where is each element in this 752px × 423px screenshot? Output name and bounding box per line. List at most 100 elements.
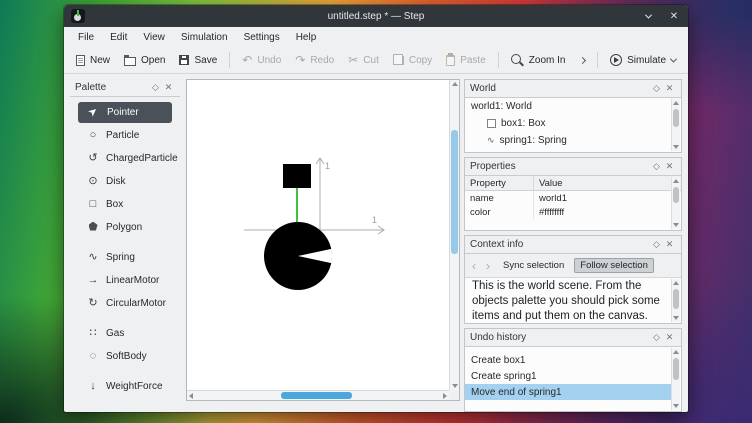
palette-item-spring[interactable]: ∿ Spring <box>70 246 180 269</box>
properties-panel: Properties ◇ ✕ Property Value name world… <box>464 157 682 231</box>
scroll-up-icon[interactable] <box>673 350 679 354</box>
palette-item-box[interactable]: □ Box <box>70 193 180 216</box>
scroll-down-icon[interactable] <box>673 316 679 320</box>
scroll-up-icon[interactable] <box>673 101 679 105</box>
scrollbar-thumb[interactable] <box>673 187 679 203</box>
undo-item-move-end-of-spring1[interactable]: Move end of spring1 <box>465 384 671 400</box>
scroll-down-icon[interactable] <box>673 145 679 149</box>
scrollbar-thumb[interactable] <box>673 289 679 309</box>
palette-item-polygon[interactable]: Polygon <box>70 216 180 239</box>
world-canvas[interactable]: 1 1 <box>186 79 460 401</box>
palette-item-disk[interactable]: ⊙ Disk <box>70 170 180 193</box>
scrollbar-thumb[interactable] <box>673 358 679 380</box>
forward-button[interactable]: › <box>483 259 493 273</box>
column-header-property[interactable]: Property <box>465 176 533 190</box>
menu-edit[interactable]: Edit <box>102 29 135 46</box>
canvas-horizontal-scrollbar[interactable] <box>187 390 449 400</box>
toolbar: New Open Save ↶ Undo ↷ Redo ✂ Cut Copy <box>64 47 688 74</box>
table-row-color[interactable]: color #ffffffff <box>465 205 681 219</box>
scroll-down-icon[interactable] <box>673 404 679 408</box>
palette-item-circularmotor[interactable]: ↻ CircularMotor <box>70 292 180 315</box>
palette-list: ➤ Pointer ○ Particle ↺ ChargedParticle ⊙… <box>70 97 180 401</box>
undo-button[interactable]: ↶ Undo <box>236 50 287 70</box>
scrollbar-thumb[interactable] <box>673 109 679 127</box>
canvas-vertical-scrollbar[interactable] <box>449 80 459 390</box>
menu-simulation[interactable]: Simulation <box>173 29 236 46</box>
close-panel-button[interactable]: ✕ <box>663 83 676 94</box>
menu-settings[interactable]: Settings <box>236 29 288 46</box>
panel-scrollbar[interactable] <box>671 279 680 322</box>
float-panel-button[interactable]: ◇ <box>650 332 663 343</box>
panel-scrollbar[interactable] <box>671 348 680 410</box>
window-controls: ✕ <box>640 5 682 27</box>
float-panel-button[interactable]: ◇ <box>650 83 663 94</box>
open-button[interactable]: Open <box>118 51 171 70</box>
scroll-right-icon[interactable] <box>443 393 447 399</box>
scroll-down-icon[interactable] <box>452 384 458 388</box>
palette-item-pointer[interactable]: ➤ Pointer <box>78 102 172 123</box>
tree-item-box1[interactable]: box1: Box <box>465 115 681 132</box>
toolbar-separator <box>597 52 598 68</box>
scroll-down-icon[interactable] <box>673 223 679 227</box>
new-document-icon <box>76 55 85 66</box>
table-row-name[interactable]: name world1 <box>465 191 681 205</box>
scroll-up-icon[interactable] <box>673 281 679 285</box>
palette-item-chargedparticle[interactable]: ↺ ChargedParticle <box>70 147 180 170</box>
scroll-up-icon[interactable] <box>452 82 458 86</box>
minimize-button[interactable] <box>640 8 656 24</box>
palette-item-softbody[interactable]: ◌ SoftBody <box>70 345 180 368</box>
table-header-row: Property Value <box>465 176 681 191</box>
titlebar[interactable]: untitled.step * — Step ✕ <box>64 5 688 27</box>
palette-item-linearmotor[interactable]: → LinearMotor <box>70 269 180 292</box>
chevron-down-icon <box>644 11 651 18</box>
scrollbar-thumb[interactable] <box>451 130 458 254</box>
float-panel-button[interactable]: ◇ <box>149 82 162 93</box>
column-header-value[interactable]: Value <box>533 176 681 190</box>
follow-selection-button[interactable]: Follow selection <box>574 258 654 273</box>
close-button[interactable]: ✕ <box>666 8 682 24</box>
menu-view[interactable]: View <box>135 29 173 46</box>
undo-item-create-box1[interactable]: Create box1 <box>465 352 671 368</box>
copy-button[interactable]: Copy <box>387 51 438 70</box>
sync-selection-button[interactable]: Sync selection <box>497 258 570 273</box>
paste-button[interactable]: Paste <box>440 51 492 70</box>
scrollbar-thumb[interactable] <box>281 392 352 399</box>
tree-item-world1[interactable]: world1: World <box>465 98 681 115</box>
box1-checkbox[interactable] <box>487 119 496 128</box>
save-button[interactable]: Save <box>173 51 223 70</box>
close-panel-button[interactable]: ✕ <box>663 239 676 250</box>
close-panel-button[interactable]: ✕ <box>162 82 175 93</box>
toolbar-overflow-button[interactable] <box>574 54 591 67</box>
zoom-in-button[interactable]: Zoom In <box>505 50 572 71</box>
float-panel-button[interactable]: ◇ <box>650 161 663 172</box>
chevron-right-icon <box>579 56 586 63</box>
tree-item-spring1[interactable]: ∿ spring1: Spring <box>465 132 681 149</box>
back-button[interactable]: ‹ <box>469 259 479 273</box>
palette-item-particle[interactable]: ○ Particle <box>70 124 180 147</box>
redo-button[interactable]: ↷ Redo <box>289 50 340 70</box>
panel-scrollbar[interactable] <box>671 177 680 229</box>
palette-item-gas[interactable]: ∷ Gas <box>70 322 180 345</box>
scroll-left-icon[interactable] <box>189 393 193 399</box>
new-button[interactable]: New <box>70 51 116 70</box>
box-object[interactable] <box>283 164 311 188</box>
close-panel-button[interactable]: ✕ <box>663 161 676 172</box>
scene-canvas[interactable]: 1 1 <box>187 80 449 390</box>
copy-icon <box>396 56 404 65</box>
polygon-icon <box>86 222 100 234</box>
simulate-button[interactable]: Simulate <box>604 50 682 70</box>
step-window: untitled.step * — Step ✕ File Edit View … <box>64 5 688 412</box>
panel-scrollbar[interactable] <box>671 99 680 151</box>
menu-help[interactable]: Help <box>288 29 325 46</box>
palette-item-weightforce[interactable]: ↓ WeightForce <box>70 375 180 398</box>
gas-icon: ∷ <box>86 328 100 339</box>
scroll-up-icon[interactable] <box>673 179 679 183</box>
close-panel-button[interactable]: ✕ <box>663 332 676 343</box>
properties-panel-title: Properties <box>470 161 650 172</box>
float-panel-button[interactable]: ◇ <box>650 239 663 250</box>
main-area: Palette ◇ ✕ ➤ Pointer ○ Particle ↺ Charg… <box>64 74 688 412</box>
menu-file[interactable]: File <box>70 29 102 46</box>
spring-icon: ∿ <box>487 135 495 146</box>
cut-button[interactable]: ✂ Cut <box>342 50 385 70</box>
undo-item-create-spring1[interactable]: Create spring1 <box>465 368 671 384</box>
